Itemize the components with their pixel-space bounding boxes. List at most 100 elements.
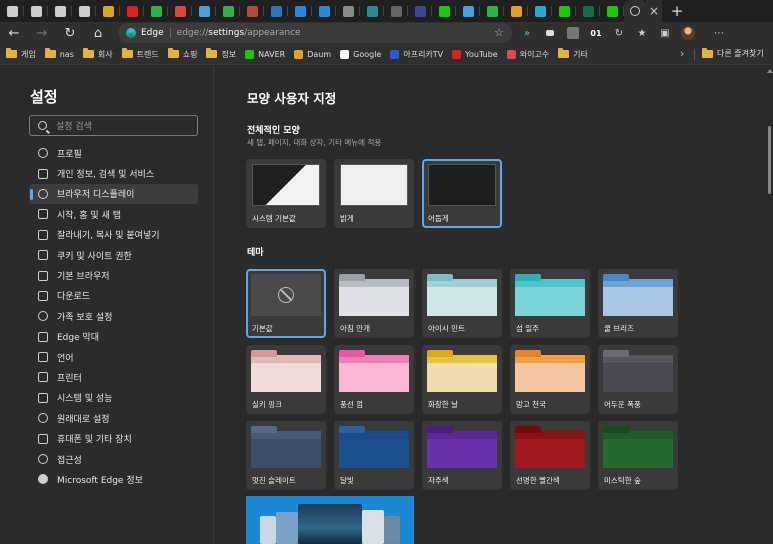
sidebar-item-appearance[interactable]: 브라우저 디스플레이	[29, 183, 198, 205]
favorite-link[interactable]: Daum	[294, 49, 331, 59]
appearance-option-light[interactable]: 밝게	[334, 159, 414, 228]
sidebar-item-start-home[interactable]: 시작, 홈 및 새 탭	[29, 204, 198, 224]
browser-tab[interactable]	[264, 0, 288, 22]
favorite-link[interactable]: 와이고수	[506, 49, 549, 60]
favorite-folder[interactable]: 게임	[6, 48, 36, 60]
appearance-option-system-default[interactable]: 시스템 기본값	[246, 159, 326, 228]
browser-tab[interactable]	[0, 0, 24, 22]
browser-tab[interactable]	[72, 0, 96, 22]
sidebar-item-printers[interactable]: 프린터	[29, 367, 198, 387]
theme-moonlight[interactable]: 달빛	[334, 421, 414, 490]
extensions-chevron-icon[interactable]: »	[516, 22, 538, 44]
browser-tab[interactable]	[96, 0, 120, 22]
browser-tab[interactable]	[48, 0, 72, 22]
profile-avatar[interactable]	[677, 22, 699, 44]
favorite-folder[interactable]: nas	[44, 48, 74, 59]
scrollbar[interactable]	[766, 66, 773, 544]
browser-tab[interactable]	[480, 0, 504, 22]
browser-tab[interactable]	[384, 0, 408, 22]
browser-tab[interactable]	[576, 0, 600, 22]
favorite-folder[interactable]: 기타	[558, 48, 588, 60]
add-favorite-icon[interactable]: ☆	[494, 26, 504, 39]
settings-search-input[interactable]: 설정 검색	[29, 115, 198, 136]
sidebar-item-profile[interactable]: 프로필	[29, 143, 198, 163]
sidebar-item-family[interactable]: 가족 보호 설정	[29, 306, 198, 326]
browser-tab[interactable]	[360, 0, 384, 22]
favorite-folder[interactable]: 정보	[206, 48, 236, 60]
browser-tab[interactable]	[312, 0, 336, 22]
favorite-link[interactable]: YouTube	[452, 49, 498, 59]
sidebar-item-accessibility[interactable]: 접근성	[29, 449, 198, 469]
browser-tab[interactable]	[456, 0, 480, 22]
more-menu-icon[interactable]: ⋯	[708, 22, 730, 44]
new-tab-button[interactable]: +	[666, 0, 688, 22]
favorites-overflow-icon[interactable]: ›	[680, 47, 684, 60]
home-button[interactable]: ⌂	[84, 22, 112, 44]
theme-sunny-day[interactable]: 화창한 날	[422, 345, 502, 414]
scroll-up-icon[interactable]	[767, 69, 773, 73]
forward-button[interactable]: →	[28, 22, 56, 44]
theme-island-getaway[interactable]: 섬 일주	[510, 269, 590, 338]
extension-s-icon[interactable]	[562, 22, 584, 44]
close-tab-icon[interactable]: ×	[646, 0, 662, 22]
other-favorites-folder[interactable]: 다른 즐겨찾기	[702, 47, 764, 59]
browser-tab[interactable]	[192, 0, 216, 22]
refresh-extension-icon[interactable]: ↻	[608, 22, 630, 44]
sidebar-item-phone[interactable]: 휴대폰 및 기타 장치	[29, 428, 198, 448]
theme-cool-slate[interactable]: 멋진 슬레이트	[246, 421, 326, 490]
theme-bubblegum[interactable]: 풍선 껌	[334, 345, 414, 414]
sidebar-item-share-copy-paste[interactable]: 잘라내기, 복사 및 붙여넣기	[29, 225, 198, 245]
browser-tab[interactable]	[600, 0, 624, 22]
browser-tab[interactable]	[24, 0, 48, 22]
favorite-link[interactable]: 아프리카TV	[390, 49, 443, 60]
browser-tab[interactable]	[288, 0, 312, 22]
theme-dark-storm[interactable]: 어두운 폭풍	[598, 345, 678, 414]
discover-themes-banner[interactable]	[246, 496, 414, 544]
theme-mango-paradise[interactable]: 망고 천국	[510, 345, 590, 414]
sidebar-item-system[interactable]: 시스템 및 성능	[29, 388, 198, 408]
browser-tab[interactable]	[240, 0, 264, 22]
address-bar[interactable]: Edge edge://settings/appearance ☆	[118, 23, 512, 43]
theme-spicy-red[interactable]: 선명한 빨간색	[510, 421, 590, 490]
extension-app-icon[interactable]	[539, 22, 561, 44]
scrollbar-thumb[interactable]	[768, 126, 771, 194]
favorites-icon[interactable]: ★	[631, 22, 653, 44]
sidebar-item-edge-bar[interactable]: Edge 막대	[29, 327, 198, 347]
appearance-option-label: 어둡게	[428, 214, 449, 223]
favorite-link[interactable]: NAVER	[245, 49, 285, 59]
sidebar-item-default-browser[interactable]: 기본 브라우저	[29, 265, 198, 285]
favorite-folder[interactable]: 회사	[82, 48, 113, 60]
theme-juicy-plum[interactable]: 자주색	[422, 421, 502, 490]
sidebar-item-cookies[interactable]: 쿠키 및 사이트 권한	[29, 245, 198, 265]
browser-tab[interactable]	[216, 0, 240, 22]
browser-tab[interactable]	[504, 0, 528, 22]
browser-tab[interactable]	[120, 0, 144, 22]
browser-tab[interactable]	[432, 0, 456, 22]
sidebar-item-languages[interactable]: 언어	[29, 347, 198, 367]
theme-morning-fog[interactable]: 아침 안개	[334, 269, 414, 338]
favorite-folder[interactable]: 쇼핑	[167, 48, 197, 60]
favorite-link[interactable]: Google	[340, 49, 381, 59]
sidebar-item-downloads[interactable]: 다운로드	[29, 286, 198, 306]
sidebar-item-about[interactable]: Microsoft Edge 정보	[29, 469, 198, 489]
browser-tab[interactable]	[168, 0, 192, 22]
sidebar-item-reset[interactable]: 원래대로 설정	[29, 408, 198, 428]
theme-mystical-forest[interactable]: 미스틱한 숲	[598, 421, 678, 490]
collections-icon[interactable]: ▣	[654, 22, 676, 44]
browser-tab[interactable]	[552, 0, 576, 22]
refresh-button[interactable]: ↻	[56, 22, 84, 44]
browser-tab[interactable]	[144, 0, 168, 22]
favorite-folder[interactable]: 트렌드	[121, 48, 159, 60]
browser-tab[interactable]	[528, 0, 552, 22]
sidebar-item-privacy[interactable]: 개인 정보, 검색 및 서비스	[29, 163, 198, 183]
appearance-option-dark[interactable]: 어둡게	[422, 159, 502, 228]
back-button[interactable]: ←	[0, 22, 28, 44]
browser-tab[interactable]	[336, 0, 360, 22]
theme-silky-pink[interactable]: 실키 핑크	[246, 345, 326, 414]
theme-cool-breeze[interactable]: 쿨 브리즈	[598, 269, 678, 338]
theme-icy-mint[interactable]: 아이시 민트	[422, 269, 502, 338]
theme-default[interactable]: 기본값	[246, 269, 326, 338]
browser-tab[interactable]	[408, 0, 432, 22]
active-tab[interactable]	[624, 0, 646, 22]
extension-01[interactable]: 01	[585, 22, 607, 44]
